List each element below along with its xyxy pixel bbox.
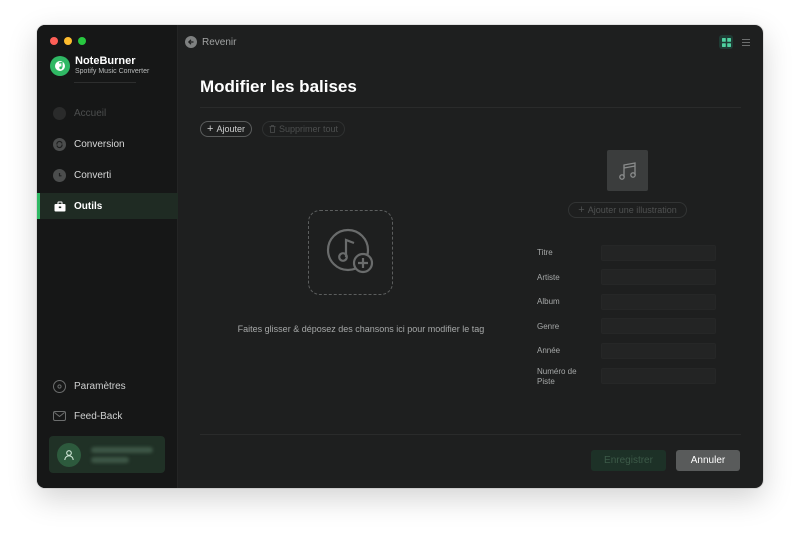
add-button[interactable]: + Ajouter <box>200 121 252 137</box>
brand-divider <box>74 82 136 83</box>
zoom-window-button[interactable] <box>78 37 86 45</box>
mail-icon <box>53 411 66 421</box>
sidebar-item-label: Outils <box>74 200 103 212</box>
add-label: Ajouter <box>216 124 245 134</box>
gear-icon <box>53 379 66 393</box>
back-button[interactable]: Revenir <box>185 36 236 48</box>
sidebar-item-converti[interactable]: Converti <box>37 162 178 188</box>
delete-all-label: Supprimer tout <box>279 124 339 134</box>
track-number-field[interactable] <box>601 368 716 384</box>
back-label: Revenir <box>202 36 237 48</box>
sidebar-item-label: Paramètres <box>74 380 126 392</box>
grid-icon <box>721 37 731 47</box>
add-artwork-button[interactable]: + Ajouter une illustration <box>568 202 687 218</box>
song-drop-zone[interactable] <box>308 210 393 295</box>
app-window: NoteBurner Spotify Music Converter Accue… <box>37 25 763 488</box>
back-arrow-icon <box>185 36 197 48</box>
add-artwork-label: Ajouter une illustration <box>587 205 677 215</box>
app-subtitle: Spotify Music Converter <box>75 68 150 75</box>
sidebar-item-label: Converti <box>74 169 112 181</box>
user-info-blurred <box>91 443 153 467</box>
field-label-year: Année <box>537 346 561 355</box>
close-window-button[interactable] <box>50 37 58 45</box>
save-button[interactable]: Enregistrer <box>591 450 666 471</box>
field-label-album: Album <box>537 297 560 306</box>
sidebar-item-label: Accueil <box>74 107 107 119</box>
top-right-controls <box>719 35 751 49</box>
field-label-track-number: Numéro de Piste <box>537 367 577 386</box>
genre-field[interactable] <box>601 318 716 334</box>
hamburger-icon <box>742 38 750 46</box>
page-title: Modifier les balises <box>200 77 357 96</box>
sidebar: NoteBurner Spotify Music Converter Accue… <box>37 25 178 488</box>
artwork-placeholder <box>607 150 648 191</box>
sidebar-item-feedback[interactable]: Feed-Back <box>37 403 178 429</box>
menu-button[interactable] <box>741 35 751 49</box>
sidebar-item-conversion[interactable]: Conversion <box>37 131 178 157</box>
add-music-icon <box>326 228 373 273</box>
title-field[interactable] <box>601 245 716 261</box>
avatar <box>57 442 81 467</box>
sidebar-item-outils[interactable]: Outils <box>37 193 178 219</box>
app-name: NoteBurner <box>75 55 136 67</box>
plus-icon: + <box>207 123 214 135</box>
main-panel: Revenir Modifier les balises + Ajouter S… <box>178 25 763 488</box>
music-note-icon <box>618 161 636 180</box>
sidebar-nav: Accueil Conversion Converti Outils <box>37 100 178 224</box>
title-divider <box>200 107 741 108</box>
sidebar-item-parametres[interactable]: Paramètres <box>37 373 178 399</box>
grid-view-button[interactable] <box>719 35 733 49</box>
field-label-artist: Artiste <box>537 273 560 282</box>
footer-divider <box>200 434 741 435</box>
artist-field[interactable] <box>601 269 716 285</box>
convert-icon <box>53 137 66 151</box>
cancel-button[interactable]: Annuler <box>676 450 740 471</box>
brand: NoteBurner Spotify Music Converter <box>50 55 149 76</box>
user-account-card[interactable] <box>49 436 165 473</box>
noteburner-logo-icon <box>50 55 70 76</box>
window-controls <box>50 37 86 45</box>
trash-icon <box>269 125 276 133</box>
home-icon <box>53 106 66 120</box>
drop-instructions: Faites glisser & déposez des chansons ic… <box>237 324 485 334</box>
sidebar-item-label: Conversion <box>74 138 125 150</box>
field-label-genre: Genre <box>537 322 560 331</box>
delete-all-button[interactable]: Supprimer tout <box>262 121 346 137</box>
plus-icon: + <box>578 204 585 216</box>
album-field[interactable] <box>601 294 716 310</box>
sidebar-bottom-nav: Paramètres Feed-Back <box>37 373 178 433</box>
toolbox-icon <box>53 200 66 213</box>
field-label-title: Titre <box>537 248 553 257</box>
clock-icon <box>53 168 66 182</box>
year-field[interactable] <box>601 343 716 359</box>
sidebar-item-label: Feed-Back <box>74 410 123 422</box>
minimize-window-button[interactable] <box>64 37 72 45</box>
sidebar-item-accueil[interactable]: Accueil <box>37 100 178 126</box>
